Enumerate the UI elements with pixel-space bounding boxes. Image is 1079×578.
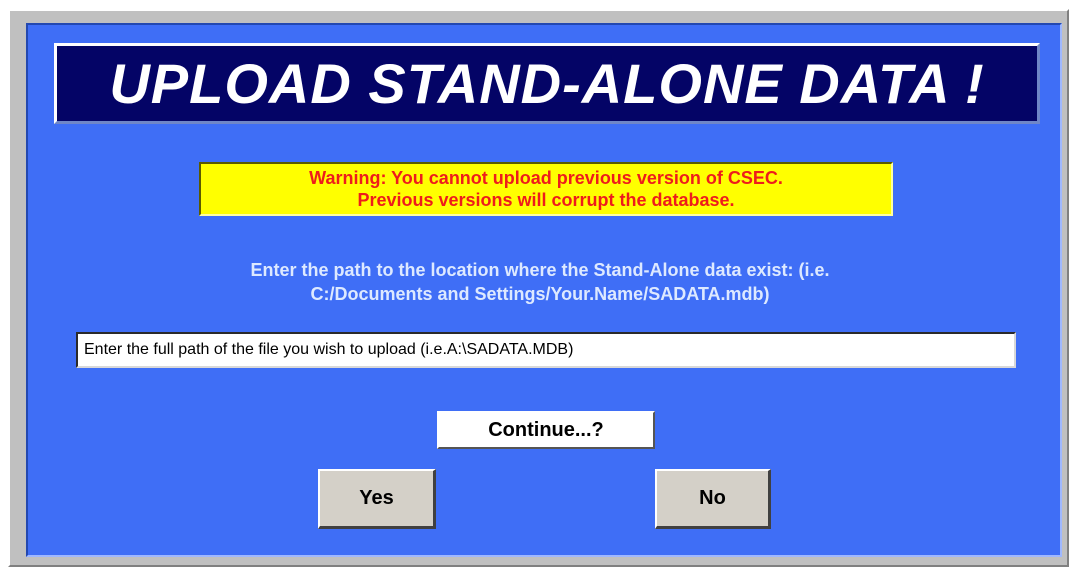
instructions-line-1: Enter the path to the location where the… <box>250 260 830 280</box>
warning-box: Warning: You cannot upload previous vers… <box>199 162 893 216</box>
no-button[interactable]: No <box>655 469 771 529</box>
continue-prompt: Continue...? <box>437 411 655 449</box>
warning-line-1: Warning: You cannot upload previous vers… <box>309 168 783 188</box>
instructions-line-2: C:/Documents and Settings/Your.Name/SADA… <box>310 284 770 304</box>
warning-line-2: Previous versions will corrupt the datab… <box>357 190 735 210</box>
title-banner: UPLOAD STAND-ALONE DATA ! <box>54 43 1040 124</box>
path-instructions: Enter the path to the location where the… <box>60 258 1020 306</box>
page-title: UPLOAD STAND-ALONE DATA ! <box>109 51 985 115</box>
yes-button[interactable]: Yes <box>318 469 436 529</box>
file-path-input[interactable] <box>76 332 1016 368</box>
